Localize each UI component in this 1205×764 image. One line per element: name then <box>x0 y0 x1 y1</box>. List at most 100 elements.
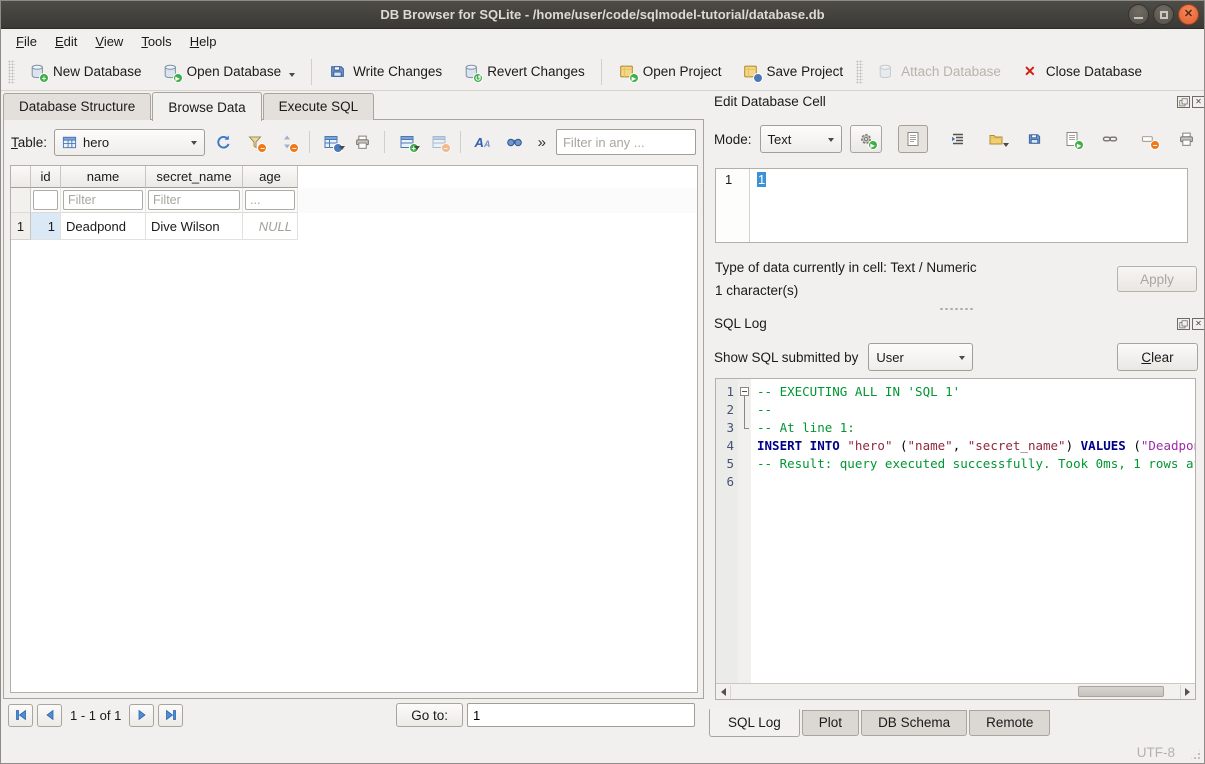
toolbar-grip[interactable] <box>8 60 15 84</box>
column-header-age[interactable]: age <box>243 166 298 188</box>
cell-id[interactable]: 1 <box>31 213 61 240</box>
tab-plot[interactable]: Plot <box>802 710 859 736</box>
cell-editor[interactable]: 1 1 <box>715 168 1188 243</box>
dock-splitter[interactable] <box>706 305 1205 313</box>
word-wrap-button[interactable] <box>946 125 970 153</box>
grid-corner-header[interactable] <box>11 166 31 188</box>
toolbar-overflow-chevron[interactable]: » <box>538 134 546 151</box>
cell-editor-content[interactable]: 1 <box>750 169 766 242</box>
resize-grip[interactable] <box>1189 748 1202 761</box>
import-dropdown-arrow[interactable] <box>1003 143 1009 150</box>
print-cell-button[interactable] <box>1174 125 1198 153</box>
menu-help[interactable]: Help <box>181 31 226 52</box>
column-header-name[interactable]: name <box>61 166 146 188</box>
column-header-secret-name[interactable]: secret_name <box>146 166 243 188</box>
open-database-icon: ▸ <box>162 63 180 81</box>
tab-database-structure[interactable]: Database Structure <box>3 93 151 120</box>
mode-selector[interactable]: Text <box>760 125 842 153</box>
filter-input-age[interactable] <box>245 190 295 210</box>
row-number[interactable]: 1 <box>11 213 31 240</box>
import-data-button[interactable] <box>984 125 1008 153</box>
save-project-button[interactable]: Save Project <box>732 58 854 86</box>
sql-log-title: SQL Log <box>714 316 767 331</box>
goto-button[interactable]: Go to: <box>396 703 463 727</box>
insert-record-dropdown-arrow[interactable] <box>414 146 420 153</box>
open-database-dropdown-arrow[interactable] <box>289 73 295 80</box>
apply-button[interactable]: Apply <box>1117 266 1197 292</box>
toolbar-grip[interactable] <box>856 60 863 84</box>
filter-any-input[interactable] <box>556 129 696 155</box>
encoding-indicator: UTF-8 <box>1137 745 1175 760</box>
open-in-external-button[interactable]: ▸ <box>1060 125 1084 153</box>
cell-size-info: 1 character(s) <box>715 283 798 298</box>
fold-toggle-icon[interactable] <box>740 387 749 396</box>
cell-secret-name[interactable]: Dive Wilson <box>146 213 243 240</box>
sql-log-dock-controls: ✕ <box>1177 318 1205 330</box>
float-dock-button[interactable] <box>1177 96 1190 108</box>
export-data-button[interactable] <box>1022 125 1046 153</box>
refresh-button[interactable] <box>210 129 237 155</box>
attach-database-button[interactable]: Attach Database <box>866 58 1011 86</box>
minimize-button[interactable] <box>1128 4 1149 25</box>
revert-changes-button[interactable]: ↺ Revert Changes <box>452 58 595 86</box>
cell-age-null[interactable]: NULL <box>243 213 298 240</box>
tab-execute-sql[interactable]: Execute SQL <box>263 93 375 120</box>
clear-sort-icon: − <box>278 133 296 151</box>
filter-input-name[interactable] <box>63 190 143 210</box>
float-dock-button[interactable] <box>1177 318 1190 330</box>
find-button[interactable] <box>501 129 528 155</box>
horizontal-scrollbar[interactable] <box>716 683 1195 699</box>
text-mode-toggle-button[interactable] <box>898 125 928 153</box>
write-changes-button[interactable]: Write Changes <box>318 58 452 86</box>
menu-tools[interactable]: Tools <box>132 31 180 52</box>
new-database-button[interactable]: + New Database <box>18 58 152 86</box>
table-selector[interactable]: hero <box>54 129 205 156</box>
insert-record-button[interactable]: + <box>393 129 420 155</box>
delete-record-button[interactable]: − <box>425 129 452 155</box>
first-record-button[interactable] <box>8 704 33 727</box>
set-null-button[interactable]: − <box>1136 125 1160 153</box>
cell-name[interactable]: Deadpond <box>61 213 146 240</box>
last-record-button[interactable] <box>158 704 183 727</box>
save-table-button[interactable] <box>318 129 345 155</box>
sql-source-selector[interactable]: User <box>868 343 973 371</box>
open-database-button[interactable]: ▸ Open Database <box>152 58 306 86</box>
goto-input[interactable] <box>467 703 695 727</box>
filter-input-secret-name[interactable] <box>148 190 240 210</box>
column-header-id[interactable]: id <box>31 166 61 188</box>
tab-browse-data[interactable]: Browse Data <box>152 92 261 121</box>
scrollbar-thumb[interactable] <box>1078 686 1164 697</box>
previous-record-button[interactable] <box>37 704 62 727</box>
clear-log-button[interactable]: Clear <box>1117 343 1198 371</box>
toolbar-separator <box>601 59 602 85</box>
maximize-button[interactable] <box>1153 4 1174 25</box>
close-dock-button[interactable]: ✕ <box>1192 318 1205 330</box>
toolbar-separator <box>311 59 312 85</box>
print-table-button[interactable] <box>350 129 377 155</box>
tab-remote[interactable]: Remote <box>969 710 1050 736</box>
revert-changes-label: Revert Changes <box>487 64 585 79</box>
tab-sql-log[interactable]: SQL Log <box>709 709 800 737</box>
open-project-button[interactable]: ▸ Open Project <box>608 58 732 86</box>
copy-link-button[interactable] <box>1098 125 1122 153</box>
close-database-button[interactable]: ✕ Close Database <box>1011 58 1152 86</box>
tab-db-schema[interactable]: DB Schema <box>861 710 967 736</box>
menu-edit[interactable]: Edit <box>46 31 86 52</box>
scroll-right-arrow[interactable] <box>1180 685 1195 699</box>
filter-input-id[interactable] <box>33 190 58 210</box>
main-tab-bar: Database Structure Browse Data Execute S… <box>3 91 375 120</box>
clear-sort-button[interactable]: − <box>274 129 301 155</box>
close-window-button[interactable]: ✕ <box>1178 4 1199 25</box>
find-icon <box>506 134 523 151</box>
menu-file[interactable]: File <box>7 31 46 52</box>
next-record-button[interactable] <box>129 704 154 727</box>
font-button[interactable]: AA <box>469 129 496 155</box>
scroll-left-arrow[interactable] <box>716 685 731 699</box>
sql-log-editor[interactable]: 1 2 3 4 5 6 -- EXECUTING ALL IN 'SQL 1' … <box>715 378 1196 700</box>
close-dock-button[interactable]: ✕ <box>1192 96 1205 108</box>
save-table-dropdown-arrow[interactable] <box>339 146 345 153</box>
title-bar[interactable]: DB Browser for SQLite - /home/user/code/… <box>1 1 1204 29</box>
auto-switch-mode-button[interactable]: ▸ <box>850 125 882 153</box>
clear-filters-button[interactable]: − <box>242 129 269 155</box>
menu-view[interactable]: View <box>86 31 132 52</box>
